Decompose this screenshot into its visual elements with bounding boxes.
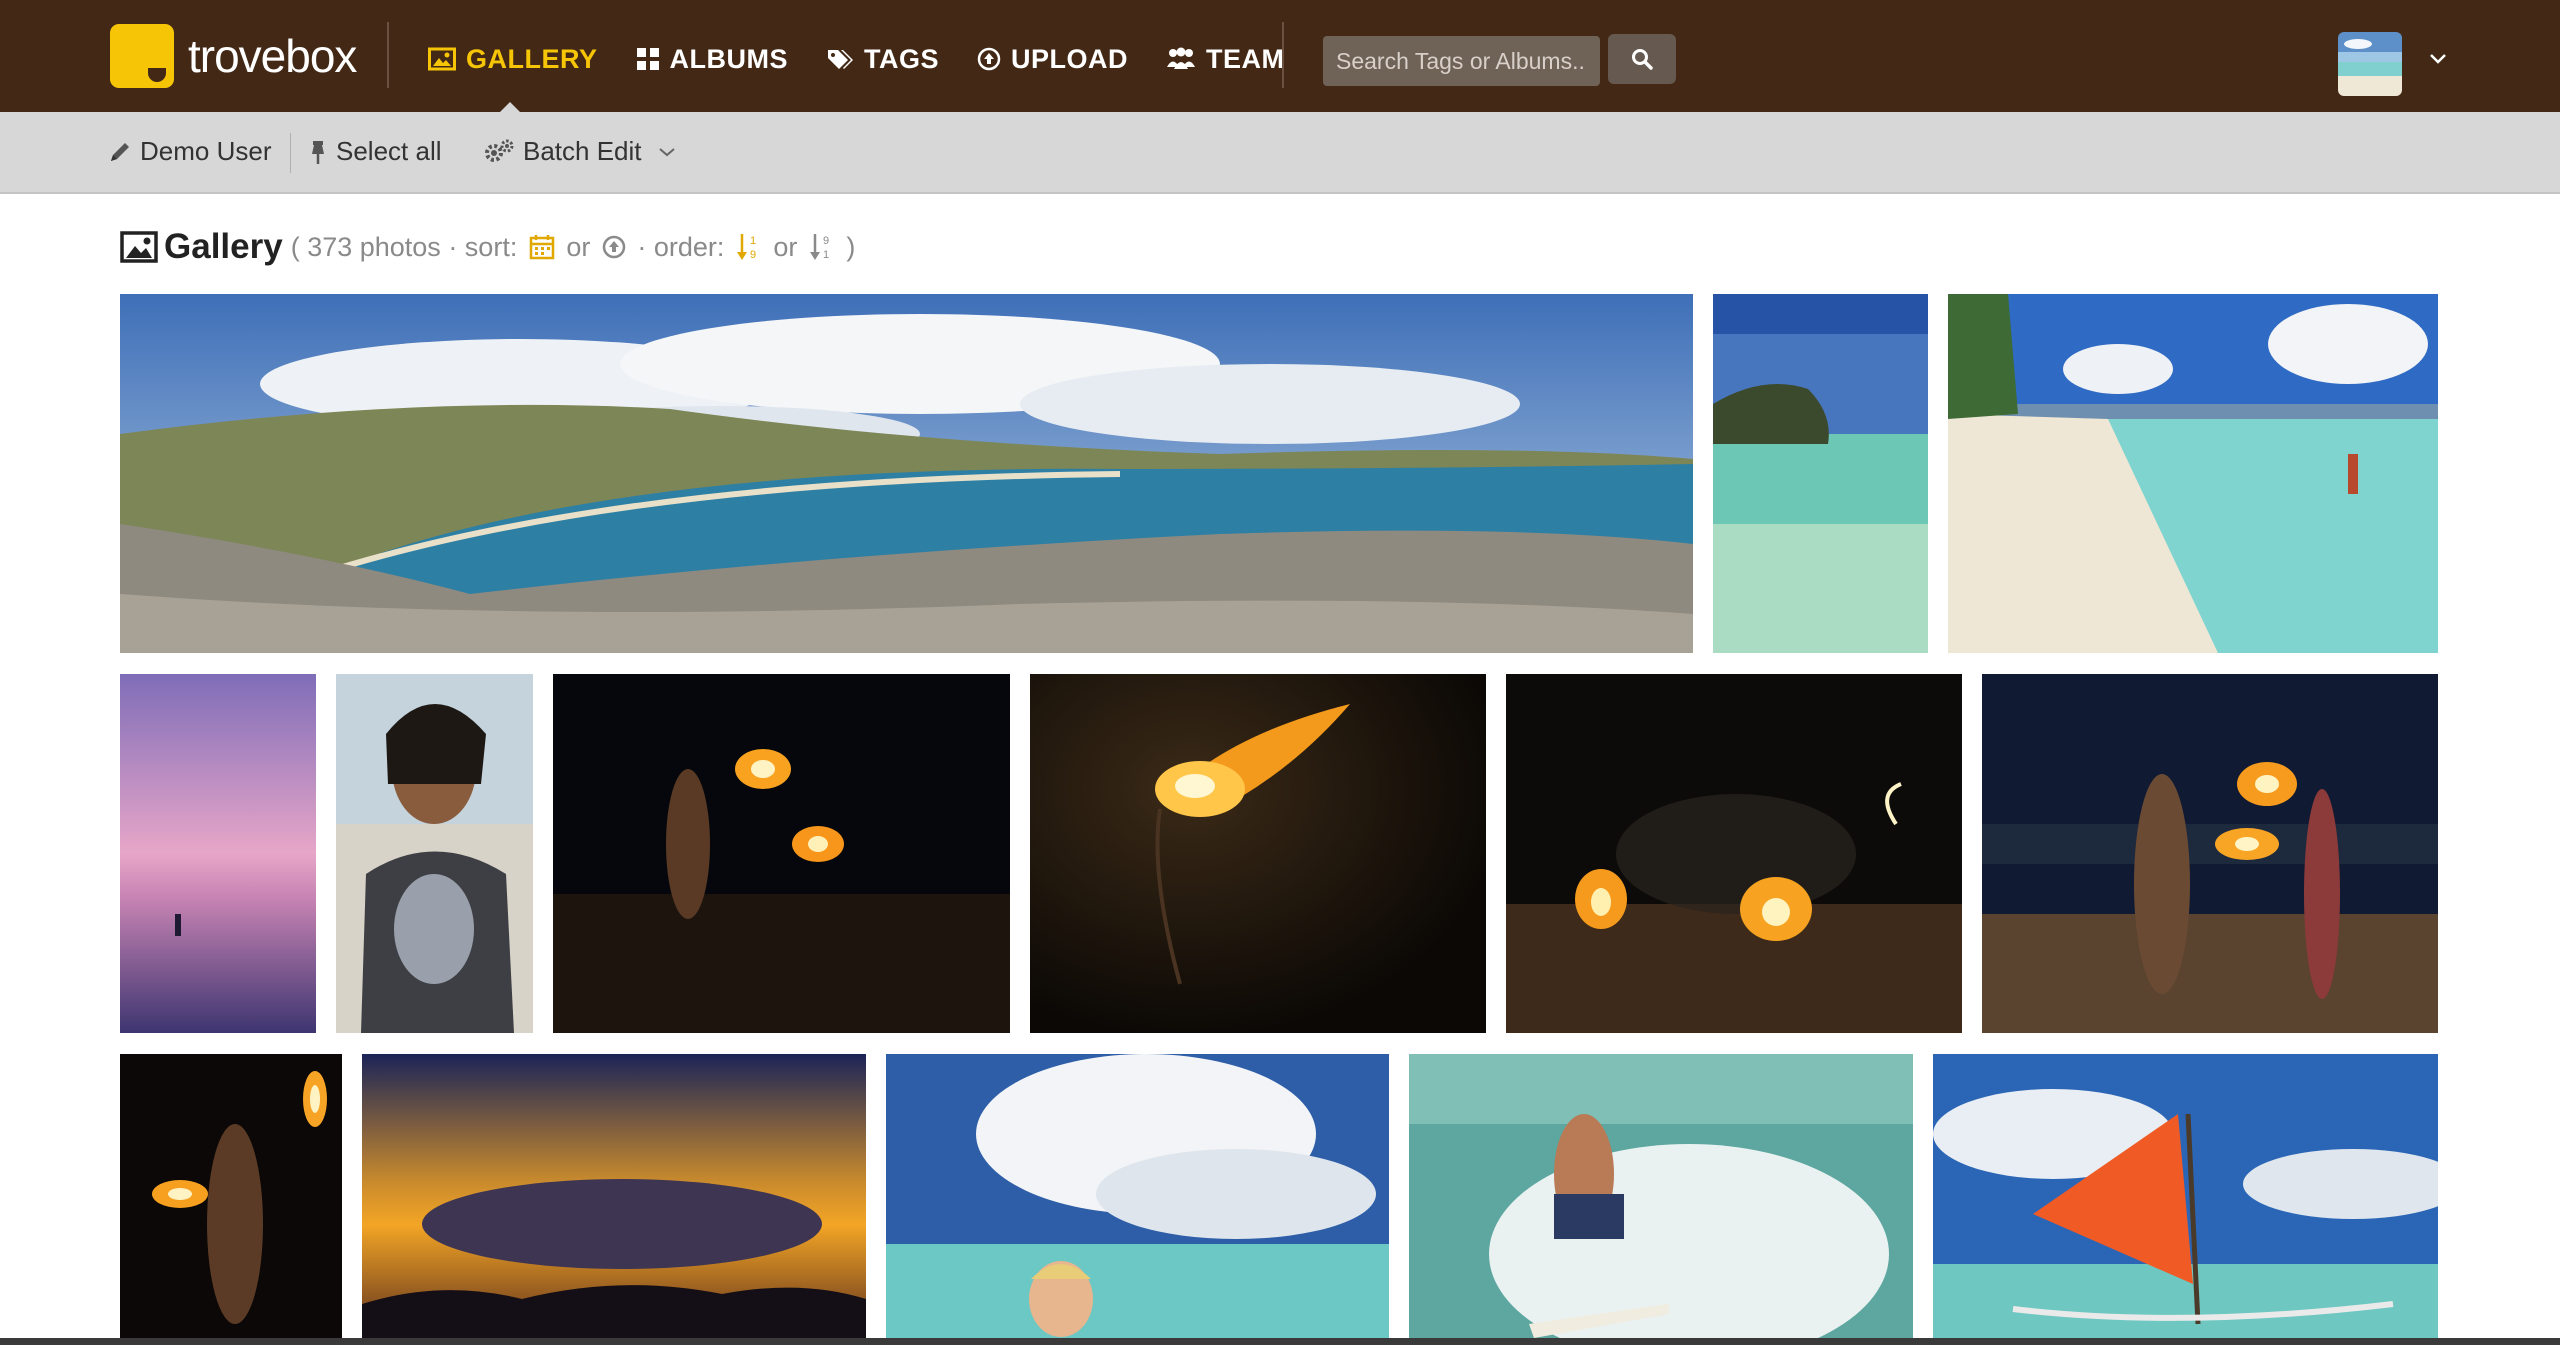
svg-text:1: 1 [750, 235, 756, 247]
select-all-button[interactable]: Select all [308, 136, 442, 167]
trovebox-logo[interactable]: trovebox [110, 23, 357, 89]
demo-user-button[interactable]: Demo User [108, 136, 271, 167]
upload-icon [977, 47, 1001, 71]
tags-icon [828, 50, 853, 69]
photo-thumbnail[interactable] [120, 294, 1693, 653]
nav-tags[interactable]: TAGS [826, 44, 939, 75]
batch-edit-label: Batch Edit [523, 136, 642, 166]
nav-albums[interactable]: ALBUMS [636, 44, 789, 75]
nav-team-label: TEAM [1206, 43, 1285, 74]
demo-user-label: Demo User [140, 136, 272, 166]
toolbar-divider [290, 133, 291, 173]
photo-thumbnail[interactable] [1506, 674, 1962, 1033]
or-text: or [558, 231, 598, 262]
nav-upload-label: UPLOAD [1011, 43, 1128, 74]
photo-thumbnail[interactable] [1933, 1054, 2438, 1338]
pin-icon [312, 140, 324, 164]
photo-thumbnail[interactable] [1030, 674, 1486, 1033]
search-icon [1632, 49, 1653, 70]
nav-gallery-label: GALLERY [466, 43, 598, 74]
search-input[interactable] [1323, 36, 1600, 86]
logo-text: trovebox [188, 30, 357, 82]
chevron-down-icon [658, 147, 675, 156]
photo-thumbnail[interactable] [1948, 294, 2438, 653]
svg-text:9: 9 [750, 249, 756, 261]
order-descending-icon[interactable]: 9 1 [809, 232, 835, 262]
photo-thumbnail[interactable] [886, 1054, 1389, 1338]
svg-text:9: 9 [823, 235, 829, 247]
nav-team[interactable]: TEAM [1166, 44, 1285, 75]
nav-divider [1282, 22, 1284, 88]
avatar[interactable] [2338, 32, 2402, 96]
page-title: Gallery [164, 227, 283, 266]
active-tab-pointer [498, 102, 522, 114]
order-text: · order: [629, 231, 732, 262]
gallery-meta: ( 373 photos · sort: or · order: 1 9 or … [291, 232, 856, 263]
close-paren-text: ) [838, 231, 856, 262]
chevron-down-icon[interactable] [2428, 52, 2448, 66]
batch-edit-button[interactable]: Batch Edit [483, 136, 684, 167]
nav-tags-label: TAGS [864, 43, 939, 74]
pencil-icon [111, 142, 129, 161]
team-icon [1167, 47, 1195, 69]
photo-thumbnail[interactable] [553, 674, 1010, 1033]
nav-albums-label: ALBUMS [669, 43, 788, 74]
order-ascending-icon[interactable]: 1 9 [736, 232, 762, 262]
sort-by-date-icon[interactable] [529, 234, 555, 260]
photo-thumbnail[interactable] [362, 1054, 866, 1338]
search-button[interactable] [1608, 34, 1676, 84]
window-bottom-edge [0, 1338, 2560, 1345]
photo-thumbnail[interactable] [120, 1054, 342, 1338]
nav-divider [387, 22, 389, 88]
select-all-label: Select all [336, 136, 442, 166]
photo-thumbnail[interactable] [336, 674, 533, 1033]
sort-by-upload-icon[interactable] [602, 235, 626, 259]
top-navbar: trovebox GALLERY ALBUMS TAGS UPLOAD TEAM… [0, 0, 2560, 112]
picture-icon [120, 231, 158, 263]
photo-thumbnail[interactable] [1713, 294, 1928, 653]
nav-upload[interactable]: UPLOAD [977, 44, 1128, 75]
gears-icon [485, 139, 514, 162]
picture-icon [428, 47, 456, 71]
photo-thumbnail[interactable] [1982, 674, 2438, 1033]
batch-toolbar: Demo User Select all Batch Edit [0, 102, 2560, 194]
grid-icon [636, 48, 659, 70]
nav-gallery[interactable]: GALLERY [428, 44, 598, 75]
main-nav: GALLERY ALBUMS TAGS UPLOAD TEAM [428, 34, 1323, 84]
or-text: or [765, 231, 805, 262]
photo-count-text: ( 373 photos · sort: [290, 231, 525, 262]
photo-thumbnail[interactable] [120, 674, 316, 1033]
svg-text:1: 1 [823, 249, 829, 261]
gallery-header: Gallery ( 373 photos · sort: or · order: [120, 222, 855, 272]
photo-thumbnail[interactable] [1409, 1054, 1913, 1338]
logo-mark-icon [110, 24, 174, 88]
